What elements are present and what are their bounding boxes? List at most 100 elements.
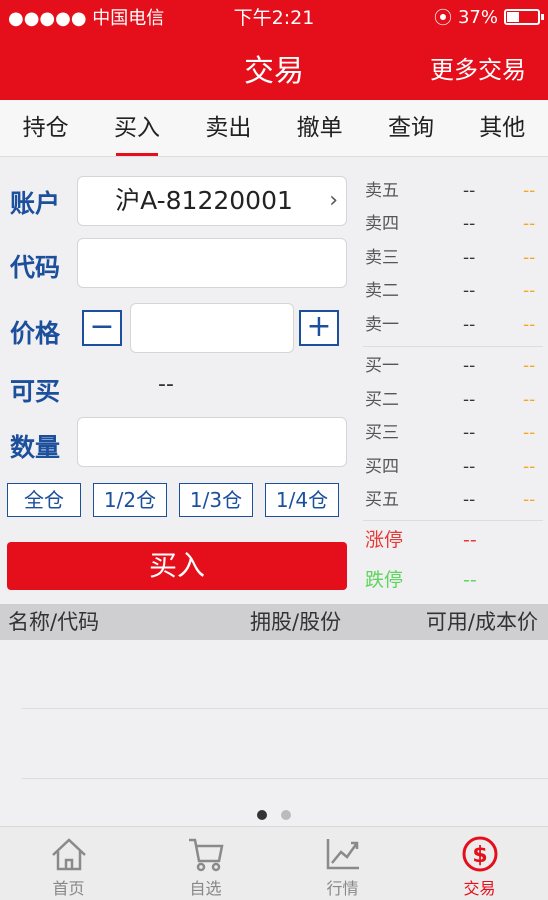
status-right: ⦿ 37% — [433, 4, 544, 30]
level-price: -- — [463, 281, 476, 301]
col-shares: 拥股/股份 — [250, 610, 342, 634]
price-decrease-button[interactable]: − — [82, 310, 122, 346]
level-label: 卖五 — [365, 181, 399, 201]
divider — [363, 520, 543, 521]
tab-holdings[interactable]: 持仓 — [0, 100, 91, 156]
ratio-full-button[interactable]: 全仓 — [7, 483, 81, 517]
level-price: -- — [463, 181, 476, 201]
available-label: 可买 — [10, 377, 61, 406]
sell-4-row: 卖四 -- -- — [355, 208, 548, 240]
dollar-icon: $ — [462, 836, 497, 872]
bottom-tab-market[interactable]: 行情 — [274, 827, 411, 900]
quantity-label: 数量 — [10, 433, 61, 462]
holdings-header: 名称/代码 拥股/股份 可用/成本价 — [0, 604, 548, 640]
level-label: 买三 — [365, 423, 399, 443]
limit-up-value: -- — [463, 529, 477, 551]
col-available-cost: 可用/成本价 — [425, 610, 538, 634]
limit-down-row: 跌停 -- — [355, 564, 548, 596]
top-bar: ●●●●● 中国电信 下午2:21 ⦿ 37% 交易 更多交易 — [0, 0, 548, 100]
level-label: 买五 — [365, 490, 399, 510]
bottom-tab-watchlist[interactable]: 自选 — [137, 827, 274, 900]
divider — [363, 346, 543, 347]
order-book: 卖五 -- -- 卖四 -- -- 卖三 -- -- 卖二 -- -- 卖一 -- -- 买一 -- -… — [355, 158, 548, 603]
account-label: 账户 — [10, 189, 61, 218]
level-label: 买二 — [365, 390, 399, 410]
ratio-third-button[interactable]: 1/3仓 — [179, 483, 253, 517]
tab-buy[interactable]: 买入 — [91, 100, 182, 156]
page-indicator — [0, 810, 548, 820]
tab-query[interactable]: 查询 — [365, 100, 456, 156]
battery-percent: 37% — [457, 6, 498, 28]
level-volume: -- — [523, 315, 536, 335]
level-price: -- — [463, 423, 476, 443]
bottom-tab-label: 交易 — [463, 879, 496, 898]
level-price: -- — [463, 457, 476, 477]
more-trades-button[interactable]: 更多交易 — [430, 50, 526, 85]
level-volume: -- — [523, 281, 536, 301]
cart-icon — [188, 838, 224, 872]
buy-2-row: 买二 -- -- — [355, 384, 548, 416]
level-label: 卖三 — [365, 248, 399, 268]
ratio-quarter-button[interactable]: 1/4仓 — [265, 483, 339, 517]
available-value: -- — [158, 372, 174, 397]
price-label: 价格 — [10, 319, 61, 348]
page-dot[interactable] — [281, 810, 291, 820]
bottom-tab-label: 自选 — [189, 879, 222, 898]
row-divider — [22, 778, 548, 779]
level-price: -- — [463, 490, 476, 510]
ratio-half-button[interactable]: 1/2仓 — [93, 483, 167, 517]
buy-4-row: 买四 -- -- — [355, 451, 548, 483]
col-name-code: 名称/代码 — [8, 610, 100, 634]
level-volume: -- — [523, 423, 536, 443]
bottom-tab-label: 行情 — [326, 879, 359, 898]
level-price: -- — [463, 214, 476, 234]
home-icon — [51, 838, 86, 871]
svg-text:$: $ — [472, 843, 487, 868]
level-volume: -- — [523, 214, 536, 234]
bottom-tab-home[interactable]: 首页 — [0, 827, 137, 900]
sell-5-row: 卖五 -- -- — [355, 175, 548, 207]
level-label: 卖二 — [365, 281, 399, 301]
limit-up-row: 涨停 -- — [355, 524, 548, 556]
buy-3-row: 买三 -- -- — [355, 417, 548, 449]
level-label: 买一 — [365, 356, 399, 376]
level-volume: -- — [523, 356, 536, 376]
battery-icon — [504, 9, 544, 25]
code-input[interactable] — [77, 238, 347, 288]
limit-down-value: -- — [463, 569, 477, 591]
bottom-tab-bar: 首页 自选 行情 $ 交易 — [0, 826, 548, 900]
trade-tabs: 持仓 买入 卖出 撤单 查询 其他 — [0, 100, 548, 157]
sell-1-row: 卖一 -- -- — [355, 309, 548, 341]
buy-button[interactable]: 买入 — [7, 542, 347, 590]
sell-3-row: 卖三 -- -- — [355, 242, 548, 274]
trend-chart-icon — [326, 839, 359, 870]
level-label: 卖四 — [365, 214, 399, 234]
account-value: 沪A-81220001 — [115, 186, 293, 215]
level-volume: -- — [523, 390, 536, 410]
bottom-tab-trade[interactable]: $ 交易 — [411, 827, 548, 900]
limit-up-label: 涨停 — [365, 529, 404, 551]
level-price: -- — [463, 390, 476, 410]
level-price: -- — [463, 248, 476, 268]
price-input[interactable] — [130, 303, 294, 353]
level-volume: -- — [523, 248, 536, 268]
row-divider — [22, 708, 548, 709]
tab-cancel[interactable]: 撤单 — [274, 100, 365, 156]
quantity-input[interactable] — [77, 417, 347, 467]
level-volume: -- — [523, 490, 536, 510]
page-dot-active[interactable] — [257, 810, 267, 820]
account-selector[interactable]: 沪A-81220001 › — [77, 176, 347, 226]
tab-other[interactable]: 其他 — [457, 100, 548, 156]
buy-1-row: 买一 -- -- — [355, 350, 548, 382]
tab-sell[interactable]: 卖出 — [183, 100, 274, 156]
lock-rotation-icon: ⦿ — [433, 8, 452, 29]
level-volume: -- — [523, 181, 536, 201]
buy-5-row: 买五 -- -- — [355, 484, 548, 516]
level-volume: -- — [523, 457, 536, 477]
sell-2-row: 卖二 -- -- — [355, 275, 548, 307]
limit-down-label: 跌停 — [365, 569, 404, 591]
buy-form: 账户 沪A-81220001 › 代码 价格 − + 可买 -- 数量 全仓 1… — [0, 158, 355, 603]
status-bar: ●●●●● 中国电信 下午2:21 ⦿ 37% — [0, 0, 548, 30]
price-increase-button[interactable]: + — [299, 310, 339, 346]
bottom-tab-label: 首页 — [52, 879, 85, 898]
